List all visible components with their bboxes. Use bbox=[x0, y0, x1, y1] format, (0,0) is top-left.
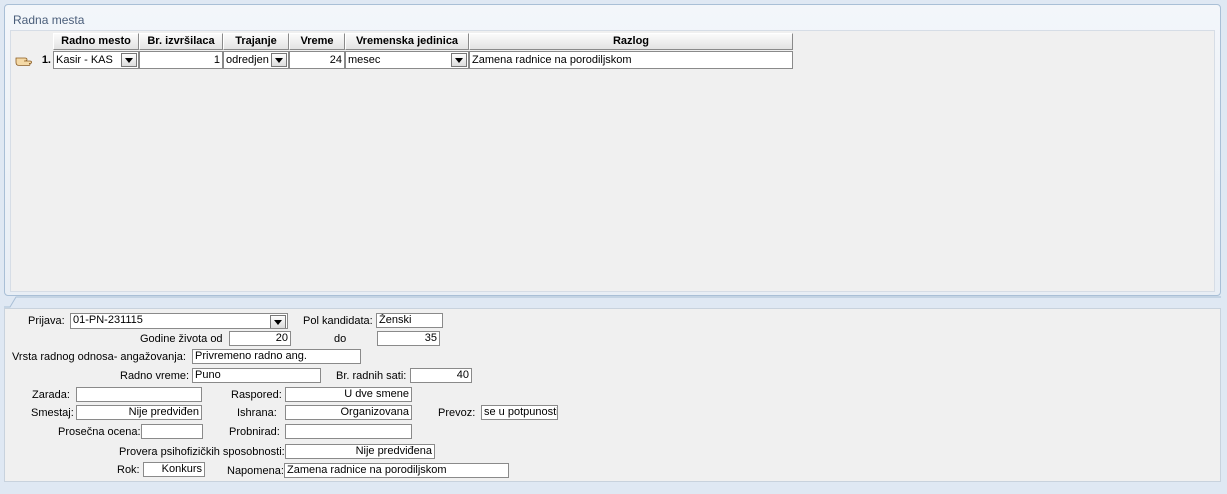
dropdown-button[interactable] bbox=[451, 53, 467, 67]
col-header-trajanje[interactable]: Trajanje bbox=[223, 33, 289, 50]
panel-title: Radna mesta bbox=[13, 13, 85, 27]
col-header-br-izvrsilaca[interactable]: Br. izvršilaca bbox=[139, 33, 223, 50]
prijava-label: Prijava: bbox=[28, 315, 65, 327]
col-header-vreme[interactable]: Vreme bbox=[289, 33, 345, 50]
rok-label: Rok: bbox=[117, 464, 140, 476]
grid-area: Radno mesto Br. izvršilaca Trajanje Vrem… bbox=[10, 30, 1215, 292]
col-header-razlog[interactable]: Razlog bbox=[469, 33, 793, 50]
br-sati-field[interactable]: 40 bbox=[410, 368, 472, 383]
chevron-down-icon bbox=[274, 319, 282, 325]
chevron-down-icon bbox=[455, 57, 463, 63]
prevoz-label: Prevoz: bbox=[438, 407, 476, 419]
prosecna-ocena-label: Prosečna ocena: bbox=[58, 426, 141, 438]
probni-rad-label: Probnirad: bbox=[229, 426, 280, 438]
ishrana-field[interactable]: Organizovana bbox=[285, 405, 412, 420]
provera-label: Provera psihofizičkih sposobnosti: bbox=[119, 446, 285, 458]
ishrana-label: Ishrana: bbox=[237, 407, 277, 419]
bottom-strip bbox=[0, 484, 1227, 494]
radno-vreme-field[interactable]: Puno bbox=[192, 368, 321, 383]
row-number: 1. bbox=[41, 54, 51, 66]
pol-label: Pol kandidata: bbox=[303, 315, 373, 327]
cell-trajanje[interactable]: odredjen bbox=[223, 51, 289, 69]
cell-vreme[interactable]: 24 bbox=[289, 51, 345, 69]
cell-radno-mesto-value: Kasir - KAS bbox=[56, 54, 113, 66]
vrsta-label: Vrsta radnog odnosa- angažovanja: bbox=[12, 351, 186, 363]
pointing-hand-icon bbox=[15, 57, 32, 66]
splitter-divider[interactable] bbox=[4, 296, 1221, 308]
radna-mesta-grid: Radno mesto Br. izvršilaca Trajanje Vrem… bbox=[13, 33, 793, 69]
napomena-field[interactable]: Zamena radnice na porodiljskom bbox=[284, 463, 509, 478]
zarada-field[interactable] bbox=[76, 387, 202, 402]
godine-label: Godine života od bbox=[140, 333, 223, 345]
radna-mesta-panel: Radna mesta Radno mesto Br. izvršilaca T… bbox=[4, 4, 1221, 296]
col-header-vremenska-jedinica[interactable]: Vremenska jedinica bbox=[345, 33, 469, 50]
prosecna-ocena-field[interactable] bbox=[141, 424, 203, 439]
col-header-radno-mesto[interactable]: Radno mesto bbox=[53, 33, 139, 50]
cell-br-izvrsilaca[interactable]: 1 bbox=[139, 51, 223, 69]
grid-header: Radno mesto Br. izvršilaca Trajanje Vrem… bbox=[13, 33, 793, 50]
prijava-value: 01-PN-231115 bbox=[73, 314, 143, 326]
pol-field[interactable]: Ženski bbox=[376, 313, 443, 328]
vrsta-field[interactable]: Privremeno radno ang. bbox=[192, 349, 361, 364]
prevoz-field[interactable]: se u potpunosti bbox=[481, 405, 558, 420]
cell-vremenska-jedinica-value: mesec bbox=[348, 54, 381, 66]
smestaj-label: Smestaj: bbox=[31, 407, 74, 419]
raspored-label: Raspored: bbox=[231, 389, 282, 401]
raspored-field[interactable]: U dve smene bbox=[285, 387, 412, 402]
dropdown-button[interactable] bbox=[271, 53, 287, 67]
provera-field[interactable]: Nije predviđena bbox=[285, 444, 435, 459]
zarada-label: Zarada: bbox=[32, 389, 70, 401]
dropdown-button[interactable] bbox=[270, 315, 286, 328]
napomena-label: Napomena: bbox=[227, 465, 284, 477]
detail-form: Prijava: 01-PN-231115 Pol kandidata: Žen… bbox=[4, 308, 1221, 482]
br-sati-label: Br. radnih sati: bbox=[336, 370, 407, 382]
cell-razlog[interactable]: Zamena radnice na porodiljskom bbox=[469, 51, 793, 69]
do-label: do bbox=[334, 333, 347, 345]
cell-radno-mesto[interactable]: Kasir - KAS bbox=[53, 51, 139, 69]
row-header-corner bbox=[13, 33, 53, 50]
dropdown-button[interactable] bbox=[121, 53, 137, 67]
prijava-select[interactable]: 01-PN-231115 bbox=[70, 313, 288, 329]
row-header[interactable]: 1. bbox=[13, 51, 53, 69]
chevron-down-icon bbox=[275, 57, 283, 63]
smestaj-field[interactable]: Nije predviđen bbox=[76, 405, 202, 420]
godine-do-field[interactable]: 35 bbox=[377, 331, 440, 346]
cell-vremenska-jedinica[interactable]: mesec bbox=[345, 51, 469, 69]
table-row[interactable]: 1. Kasir - KAS 1 odredjen 24 mesec Zamen… bbox=[13, 51, 793, 69]
probni-rad-field[interactable] bbox=[285, 424, 412, 439]
rok-field[interactable]: Konkurs bbox=[143, 462, 205, 477]
cell-trajanje-value: odredjen bbox=[226, 54, 269, 66]
chevron-down-icon bbox=[125, 57, 133, 63]
radno-vreme-label: Radno vreme: bbox=[120, 370, 190, 382]
godine-od-field[interactable]: 20 bbox=[229, 331, 291, 346]
